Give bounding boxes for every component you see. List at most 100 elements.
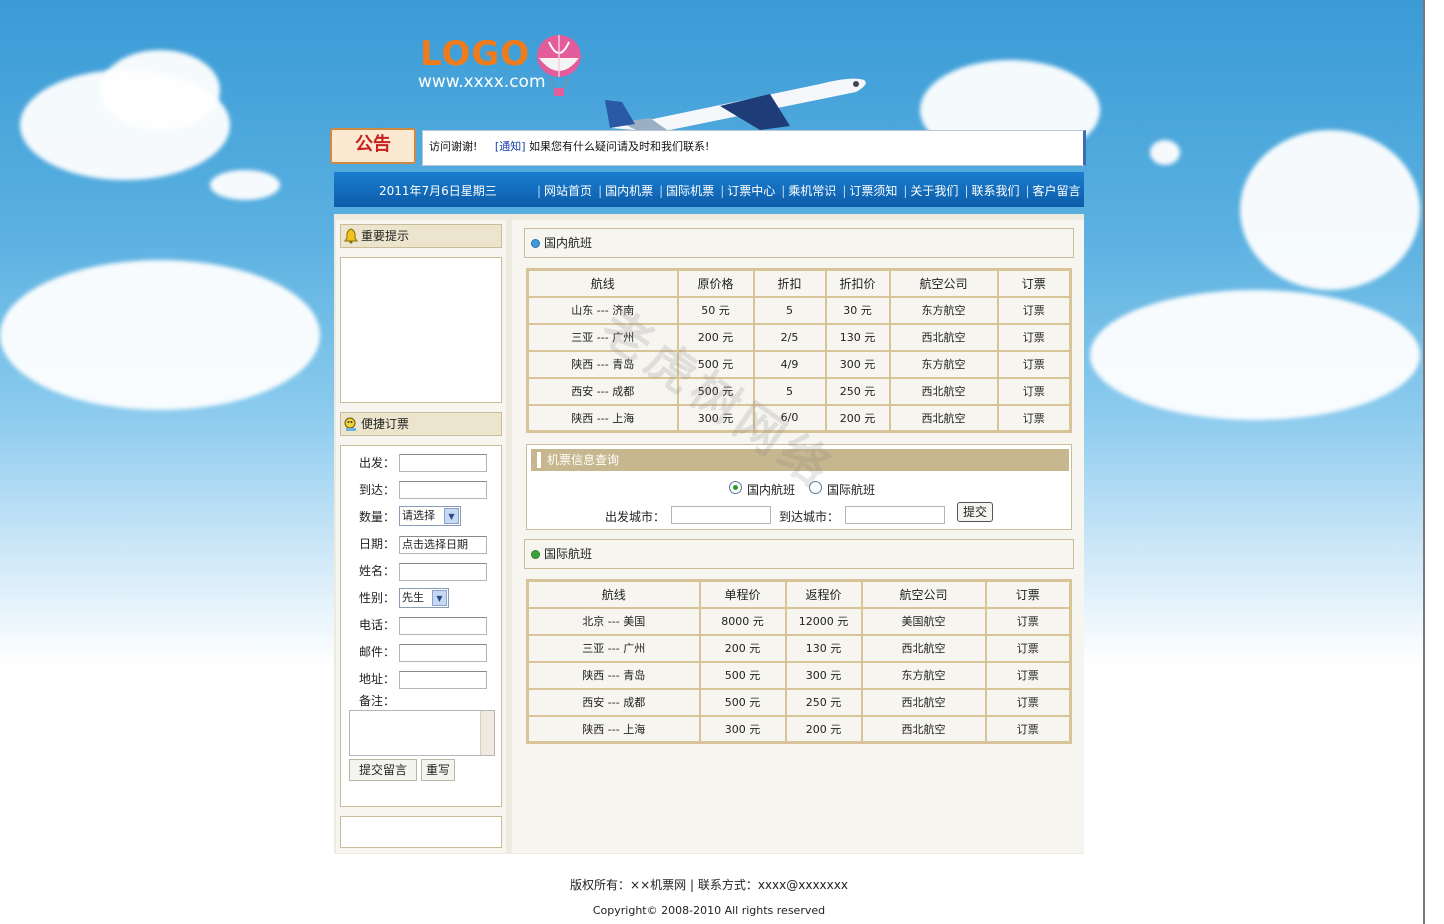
book-link[interactable]: 订票 [984, 660, 1072, 690]
book-link[interactable]: 订票 [996, 403, 1072, 433]
nav-item-domestic[interactable]: 国内机票 [595, 182, 656, 199]
airplane-icon [605, 78, 866, 132]
col-return: 返程价 [784, 579, 863, 609]
notice-marquee: 访问谢谢! [通知] 如果您有什么疑问请及时和我们联系! [422, 130, 1086, 166]
person-icon [344, 417, 356, 431]
scrollbar[interactable] [1423, 0, 1444, 924]
nav-item-contact[interactable]: 联系我们 [961, 182, 1022, 199]
domestic-table: 航线 原价格 折扣 折扣价 航空公司 订票 山东 --- 济南 50 元 5 3… [526, 268, 1072, 433]
cloud [1240, 130, 1420, 290]
tips-panel-header: 重要提示 [340, 224, 502, 248]
to-field[interactable] [399, 481, 487, 499]
one-way-cell: 200 元 [698, 633, 787, 663]
discount-price-cell: 200 元 [824, 403, 891, 433]
discount-price-cell: 130 元 [824, 322, 891, 352]
from-city-label: 出发城市： [605, 510, 666, 524]
book-link[interactable]: 订票 [996, 376, 1072, 406]
nav-item-international[interactable]: 国际机票 [656, 182, 717, 199]
airline-cell: 东方航空 [888, 295, 999, 325]
cloud [100, 50, 220, 130]
book-link[interactable]: 订票 [984, 606, 1072, 636]
nav-item-about[interactable]: 关于我们 [900, 182, 961, 199]
col-original-price: 原价格 [676, 268, 755, 298]
qty-select-value: 请选择 [402, 509, 435, 522]
discount-cell: 5 [752, 295, 827, 325]
one-way-cell: 300 元 [698, 714, 787, 744]
table-row: 三亚 --- 广州 200 元 130 元 西北航空 订票 [526, 633, 1072, 663]
date-field[interactable]: 点击选择日期 [399, 536, 487, 554]
airline-cell: 西北航空 [888, 403, 999, 433]
email-field[interactable] [399, 644, 487, 662]
to-city-input[interactable] [845, 506, 945, 524]
chevron-down-icon[interactable]: ▼ [444, 508, 459, 524]
nav-item-booking-center[interactable]: 订票中心 [717, 182, 778, 199]
to-city-label: 到达城市： [779, 510, 840, 524]
radio-international[interactable] [809, 481, 822, 494]
route-cell: 陕西 --- 上海 [526, 714, 701, 744]
query-panel-title: 机票信息查询 [531, 449, 1069, 471]
nav-item-booking-notes[interactable]: 订票须知 [839, 182, 900, 199]
airline-cell: 西北航空 [860, 687, 987, 717]
main-content: 国内航班 航线 原价格 折扣 折扣价 航空公司 订票 山东 --- 济南 50 … [512, 220, 1084, 853]
query-submit-button[interactable]: 提交 [957, 502, 993, 522]
qty-select[interactable]: 请选择 ▼ [399, 506, 461, 526]
name-field[interactable] [399, 563, 487, 581]
domestic-section-title: 国内航班 [544, 236, 593, 250]
airline-cell: 西北航空 [860, 633, 987, 663]
book-link[interactable]: 订票 [996, 322, 1072, 352]
cloud [1150, 140, 1180, 165]
book-link[interactable]: 订票 [996, 349, 1072, 379]
from-label: 出发： [359, 456, 396, 470]
address-field[interactable] [399, 671, 487, 689]
footer-rights-line: Copyright© 2008-2010 All rights reserved [592, 904, 826, 917]
domestic-section-header: 国内航班 [524, 228, 1074, 258]
nav-item-home[interactable]: 网站首页 [534, 182, 595, 199]
radio-domestic[interactable] [729, 481, 742, 494]
textarea-scrollbar[interactable] [480, 711, 494, 755]
date-label: 日期： [359, 537, 396, 551]
airline-cell: 美国航空 [860, 606, 987, 636]
route-cell: 三亚 --- 广州 [526, 322, 679, 352]
return-cell: 300 元 [784, 660, 863, 690]
logo: LOGO [420, 34, 531, 74]
return-cell: 130 元 [784, 633, 863, 663]
price-cell: 50 元 [676, 295, 755, 325]
nav-item-guestbook[interactable]: 客户留言 [1023, 182, 1084, 199]
cloud [210, 170, 280, 200]
nav-item-travel-tips[interactable]: 乘机常识 [778, 182, 839, 199]
international-section-title: 国际航班 [544, 547, 593, 561]
notice-tag[interactable]: [通知] [495, 140, 526, 153]
gender-label: 性别： [359, 591, 396, 605]
table-row: 西安 --- 成都 500 元 5 250 元 西北航空 订票 [526, 376, 1072, 406]
logo-url: www.xxxx.com [418, 72, 546, 92]
price-cell: 500 元 [676, 376, 755, 406]
cloud [1090, 290, 1420, 420]
page: LOGO www.xxxx.com 公告 访问谢谢! [通知] 如果您有什么疑问… [330, 0, 1088, 924]
book-link[interactable]: 订票 [984, 714, 1072, 744]
submit-message-button[interactable]: 提交留言 [349, 759, 417, 781]
book-link[interactable]: 订票 [984, 633, 1072, 663]
booking-panel-header: 便捷订票 [340, 412, 502, 436]
note-textarea[interactable] [349, 710, 495, 756]
chevron-down-icon[interactable]: ▼ [432, 590, 447, 606]
address-label: 地址： [359, 672, 396, 686]
phone-field[interactable] [399, 617, 487, 635]
table-row: 陕西 --- 上海 300 元 6/0 200 元 西北航空 订票 [526, 403, 1072, 433]
bullet-icon [531, 239, 540, 248]
col-route: 航线 [526, 268, 679, 298]
book-link[interactable]: 订票 [996, 295, 1072, 325]
route-cell: 北京 --- 美国 [526, 606, 701, 636]
from-field[interactable] [399, 454, 487, 472]
cloud [0, 260, 320, 410]
tips-panel-title: 重要提示 [361, 229, 410, 243]
route-cell: 三亚 --- 广州 [526, 633, 701, 663]
reset-button[interactable]: 重写 [421, 759, 455, 781]
bell-icon [344, 228, 358, 244]
radio-domestic-label: 国内航班 [747, 483, 796, 497]
booking-form: 出发： 到达： 数量： 请选择 ▼ 日期： 点击选择日期 姓名： 性别： 先生 … [340, 445, 502, 807]
from-city-input[interactable] [671, 506, 771, 524]
col-discount: 折扣 [752, 268, 827, 298]
col-one-way: 单程价 [698, 579, 787, 609]
book-link[interactable]: 订票 [984, 687, 1072, 717]
gender-select[interactable]: 先生 ▼ [399, 588, 449, 608]
